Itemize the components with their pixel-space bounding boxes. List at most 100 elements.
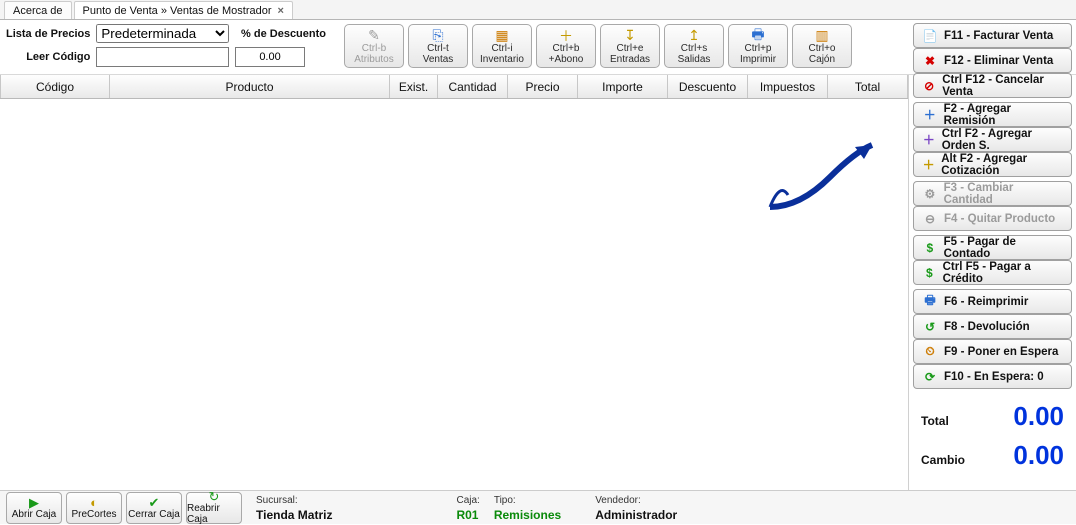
discount-pct-input[interactable]: [235, 47, 305, 67]
close-icon[interactable]: ×: [278, 5, 284, 17]
read-code-label: Leer Código: [6, 51, 90, 63]
bottom-btn-1[interactable]: ◐ PreCortes: [66, 492, 122, 524]
bottom-icon: ↻: [209, 490, 220, 503]
action-btn-0[interactable]: 📄 F11 - Facturar Venta: [913, 23, 1072, 48]
action-label: F11 - Facturar Venta: [944, 30, 1053, 42]
action-label: Alt F2 - Agregar Cotización: [941, 153, 1063, 177]
col-total[interactable]: Total: [828, 75, 908, 98]
action-icon: ✖: [922, 53, 938, 69]
action-icon: ⊘: [922, 78, 936, 94]
toolbar-line2: Imprimir: [740, 54, 776, 65]
bottom-btn-2[interactable]: ✔ Cerrar Caja: [126, 492, 182, 524]
sucursal-label: Sucursal:: [256, 495, 332, 506]
toolbar-line2: Cajón: [809, 54, 835, 65]
total-label: Total: [921, 414, 949, 428]
tab-bar: Acerca de Punto de Venta » Ventas de Mos…: [0, 0, 1076, 20]
action-label: F10 - En Espera: 0: [944, 371, 1044, 383]
bottom-label: Cerrar Caja: [128, 509, 180, 520]
col-descuento[interactable]: Descuento: [668, 75, 748, 98]
cambio-label: Cambio: [921, 453, 965, 467]
sales-grid: Código Producto Exist. Cantidad Precio I…: [0, 75, 909, 490]
col-producto[interactable]: Producto: [110, 75, 390, 98]
toolbar-btn-5[interactable]: ↥ Ctrl+s Salidas: [664, 24, 724, 68]
col-cantidad[interactable]: Cantidad: [438, 75, 508, 98]
col-exist[interactable]: Exist.: [390, 75, 438, 98]
action-btn-8[interactable]: $ F5 - Pagar de Contado: [913, 235, 1072, 260]
toolbar-icon: ▦: [493, 28, 511, 44]
action-btn-11[interactable]: ↺ F8 - Devolución: [913, 314, 1072, 339]
action-label: F6 - Reimprimir: [944, 296, 1028, 308]
action-icon: ⊖: [922, 211, 938, 227]
toolbar-line2: Salidas: [678, 54, 711, 65]
action-icon: ＋: [922, 132, 936, 148]
action-label: Ctrl F2 - Agregar Orden S.: [942, 128, 1063, 152]
action-label: Ctrl F12 - Cancelar Venta: [942, 74, 1063, 98]
action-icon: $: [922, 240, 938, 256]
tipo-label: Tipo:: [494, 495, 561, 506]
total-value: 0.00: [1013, 401, 1064, 432]
toolbar: ✎ Ctrl-b Atributos⎘ Ctrl-t Ventas▦ Ctrl-…: [344, 24, 852, 68]
toolbar-icon: ＋: [557, 28, 575, 44]
toolbar-icon: 🖶: [749, 28, 767, 44]
read-code-input[interactable]: [96, 47, 229, 67]
col-importe[interactable]: Importe: [578, 75, 668, 98]
col-precio[interactable]: Precio: [508, 75, 578, 98]
action-btn-4[interactable]: ＋ Ctrl F2 - Agregar Orden S.: [913, 127, 1072, 152]
cambio-value: 0.00: [1013, 440, 1064, 471]
grid-header: Código Producto Exist. Cantidad Precio I…: [0, 75, 908, 99]
sucursal-value: Tienda Matriz: [256, 508, 332, 522]
toolbar-line2: Atributos: [354, 54, 393, 65]
action-label: F2 - Agregar Remisión: [944, 103, 1063, 127]
action-label: F12 - Eliminar Venta: [944, 55, 1053, 67]
bottom-label: Reabrir Caja: [187, 503, 241, 525]
tab-pos[interactable]: Punto de Venta » Ventas de Mostrador ×: [74, 1, 293, 19]
action-icon: ⟳: [922, 369, 938, 385]
toolbar-btn-3[interactable]: ＋ Ctrl+b +Abono: [536, 24, 596, 68]
action-icon: ⚙: [922, 186, 938, 202]
toolbar-btn-0: ✎ Ctrl-b Atributos: [344, 24, 404, 68]
col-codigo[interactable]: Código: [0, 75, 110, 98]
bottom-label: Abrir Caja: [12, 509, 56, 520]
action-btn-13[interactable]: ⟳ F10 - En Espera: 0: [913, 364, 1072, 389]
bottom-btn-3[interactable]: ↻ Reabrir Caja: [186, 492, 242, 524]
toolbar-line2: Ventas: [423, 54, 454, 65]
action-icon: ＋: [922, 157, 935, 173]
toolbar-line1: Ctrl+o: [809, 44, 836, 54]
toolbar-btn-1[interactable]: ⎘ Ctrl-t Ventas: [408, 24, 468, 68]
price-list-select[interactable]: Predeterminada: [96, 24, 229, 43]
col-impuestos[interactable]: Impuestos: [748, 75, 828, 98]
toolbar-icon: ↥: [685, 28, 703, 44]
action-btn-1[interactable]: ✖ F12 - Eliminar Venta: [913, 48, 1072, 73]
caja-label: Caja:: [456, 495, 479, 506]
toolbar-btn-2[interactable]: ▦ Ctrl-i Inventario: [472, 24, 532, 68]
action-btn-9[interactable]: $ Ctrl F5 - Pagar a Crédito: [913, 260, 1072, 285]
bottom-label: PreCortes: [71, 509, 116, 520]
toolbar-btn-7[interactable]: ▥ Ctrl+o Cajón: [792, 24, 852, 68]
action-label: F5 - Pagar de Contado: [944, 236, 1063, 260]
tab-about[interactable]: Acerca de: [4, 1, 72, 19]
action-label: F8 - Devolución: [944, 321, 1030, 333]
action-btn-2[interactable]: ⊘ Ctrl F12 - Cancelar Venta: [913, 73, 1072, 98]
action-label: F9 - Poner en Espera: [944, 346, 1058, 358]
toolbar-line1: Ctrl-i: [491, 44, 512, 54]
action-btn-3[interactable]: ＋ F2 - Agregar Remisión: [913, 102, 1072, 127]
vendedor-value: Administrador: [595, 508, 677, 522]
grid-body[interactable]: [0, 99, 908, 490]
toolbar-icon: ▥: [813, 28, 831, 44]
tipo-value: Remisiones: [494, 508, 561, 522]
toolbar-line2: +Abono: [549, 54, 584, 65]
toolbar-line1: Ctrl-b: [362, 44, 386, 54]
bottom-icon: ✔: [149, 496, 160, 509]
action-icon: ⏲: [922, 344, 938, 360]
action-label: Ctrl F5 - Pagar a Crédito: [943, 261, 1063, 285]
toolbar-line1: Ctrl+p: [745, 44, 772, 54]
toolbar-btn-4[interactable]: ↧ Ctrl+e Entradas: [600, 24, 660, 68]
bottom-icon: ▶: [29, 496, 39, 509]
action-btn-5[interactable]: ＋ Alt F2 - Agregar Cotización: [913, 152, 1072, 177]
toolbar-btn-6[interactable]: 🖶 Ctrl+p Imprimir: [728, 24, 788, 68]
action-btn-10[interactable]: 🖶 F6 - Reimprimir: [913, 289, 1072, 314]
action-label: F3 - Cambiar Cantidad: [944, 182, 1063, 206]
discount-pct-label: % de Descuento: [241, 28, 326, 40]
action-btn-12[interactable]: ⏲ F9 - Poner en Espera: [913, 339, 1072, 364]
bottom-btn-0[interactable]: ▶ Abrir Caja: [6, 492, 62, 524]
